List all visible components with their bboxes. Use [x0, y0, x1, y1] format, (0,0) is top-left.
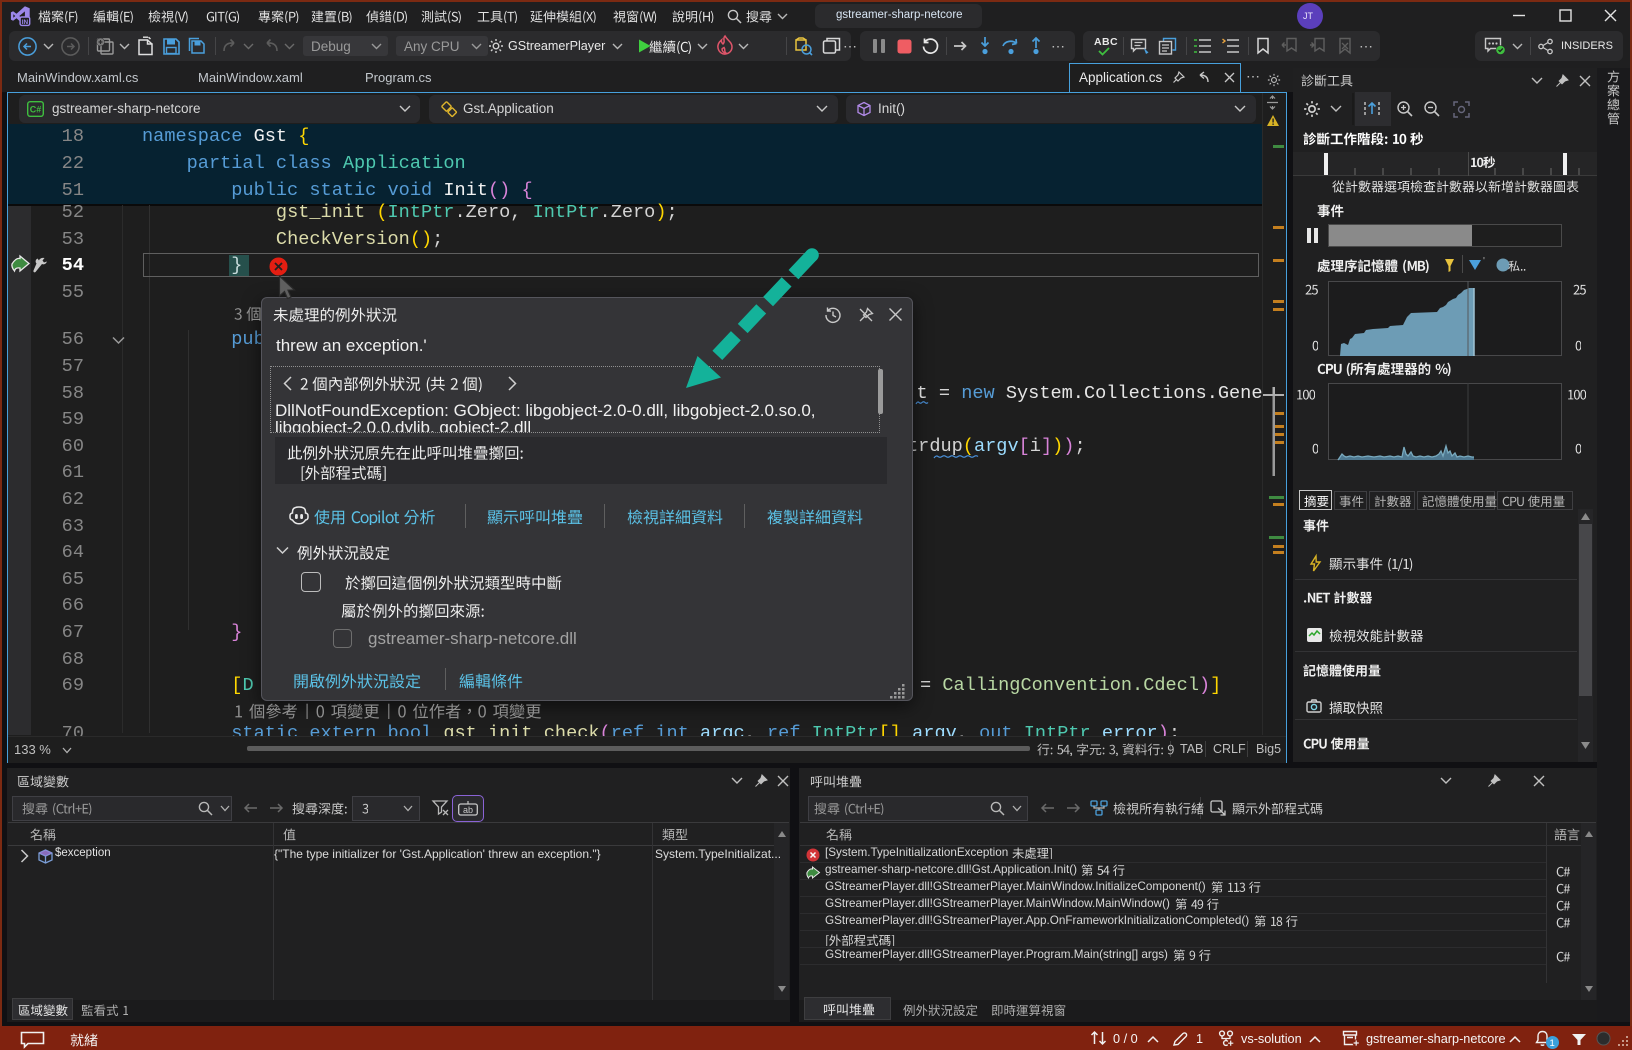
svg-text:C#: C#: [30, 105, 42, 115]
svg-text:IN: IN: [22, 19, 29, 26]
svg-text:ab: ab: [463, 805, 473, 815]
